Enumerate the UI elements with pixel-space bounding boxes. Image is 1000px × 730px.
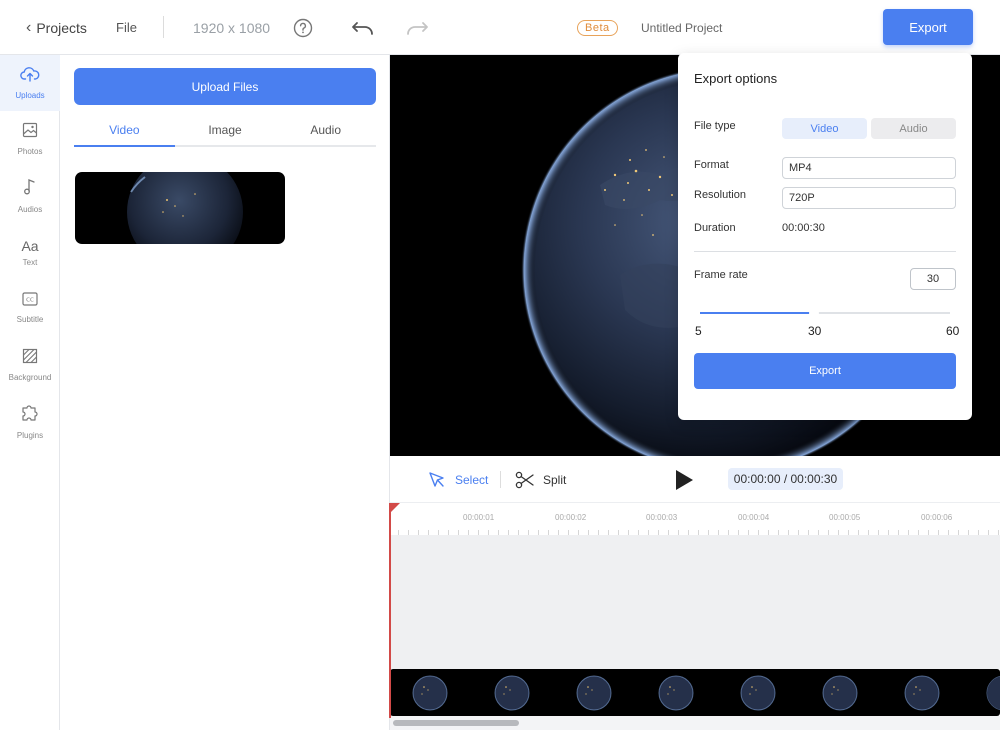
media-tabs: Video Image Audio bbox=[74, 117, 376, 147]
slider-max-label: 60 bbox=[946, 324, 960, 338]
filmstrip-frame bbox=[412, 675, 448, 711]
sidebar-item-background[interactable]: Background bbox=[0, 337, 60, 393]
sidebar-item-label: Photos bbox=[17, 147, 43, 156]
cursor-arrow-icon bbox=[429, 471, 444, 487]
projects-label: Projects bbox=[36, 19, 87, 36]
filmstrip-frame bbox=[658, 675, 694, 711]
sidebar-item-label: Audios bbox=[17, 205, 43, 214]
sidebar-item-label: Uploads bbox=[15, 91, 45, 100]
project-name[interactable]: Untitled Project bbox=[641, 0, 722, 55]
text-icon: Aa bbox=[21, 237, 39, 254]
ruler-tick-label: 00:00:04 bbox=[738, 513, 770, 522]
resolution-select[interactable]: 720P bbox=[782, 187, 956, 209]
popup-divider bbox=[694, 251, 956, 252]
play-button[interactable] bbox=[673, 456, 695, 503]
scissors-icon bbox=[515, 471, 534, 488]
video-clip-track[interactable] bbox=[390, 669, 1000, 716]
format-select[interactable]: MP4 bbox=[782, 157, 956, 179]
select-label: Select bbox=[455, 472, 489, 487]
timeline-scrollbar[interactable] bbox=[390, 716, 1000, 730]
scrollbar-thumb[interactable] bbox=[393, 720, 519, 726]
file-menu[interactable]: File bbox=[116, 0, 137, 55]
timeline-track-area[interactable] bbox=[390, 535, 1000, 669]
filmstrip-frame bbox=[576, 675, 612, 711]
playhead[interactable] bbox=[389, 503, 391, 718]
hatch-pattern-icon bbox=[22, 348, 38, 369]
format-label: Format bbox=[694, 159, 729, 171]
select-tool[interactable]: Select bbox=[428, 456, 488, 503]
controls-divider bbox=[500, 471, 501, 488]
beta-badge: Beta bbox=[577, 0, 618, 55]
popup-export-button[interactable]: Export bbox=[694, 353, 956, 389]
filmstrip-frame bbox=[987, 676, 1000, 710]
sidebar-item-photos[interactable]: Photos bbox=[0, 111, 60, 167]
top-bar: ‹ Projects File 1920 x 1080 Beta Untitle… bbox=[0, 0, 1000, 55]
resolution-label: Resolution bbox=[694, 189, 746, 201]
undo-icon[interactable] bbox=[351, 0, 375, 55]
filmstrip-frame bbox=[822, 675, 858, 711]
file-type-label: File type bbox=[694, 120, 736, 132]
ruler-tick-label: 00:00:05 bbox=[829, 513, 861, 522]
video-editor-app: ‹ Projects File 1920 x 1080 Beta Untitle… bbox=[0, 0, 1000, 730]
slider-fill bbox=[700, 312, 814, 314]
playhead-handle[interactable] bbox=[389, 503, 400, 514]
ruler-tick-label: 00:00:01 bbox=[463, 513, 495, 522]
duration-value: 00:00:30 bbox=[782, 222, 825, 234]
projects-link[interactable]: ‹ Projects bbox=[26, 0, 87, 55]
frame-rate-label: Frame rate bbox=[694, 269, 748, 281]
timeline-ruler[interactable]: 00:00:01 00:00:02 00:00:03 00:00:04 00:0… bbox=[390, 503, 1000, 535]
file-type-audio-option[interactable]: Audio bbox=[871, 118, 956, 139]
sidebar-item-label: Text bbox=[22, 257, 38, 267]
file-type-video-option[interactable]: Video bbox=[782, 118, 867, 139]
tab-audio[interactable]: Audio bbox=[275, 117, 376, 145]
image-icon bbox=[22, 122, 38, 143]
ruler-tick-label: 00:00:03 bbox=[646, 513, 678, 522]
filmstrip-frame bbox=[904, 675, 940, 711]
sidebar-item-plugins[interactable]: Plugins bbox=[0, 393, 60, 449]
split-tool[interactable]: Split bbox=[515, 456, 566, 503]
music-note-icon bbox=[22, 178, 38, 201]
video-thumbnail[interactable] bbox=[75, 172, 285, 244]
slider-handle[interactable] bbox=[808, 308, 819, 318]
redo-icon[interactable] bbox=[405, 0, 429, 55]
ruler-tick-label: 00:00:06 bbox=[921, 513, 953, 522]
cloud-upload-icon bbox=[20, 66, 40, 87]
play-icon bbox=[676, 469, 693, 490]
duration-label: Duration bbox=[694, 222, 736, 234]
svg-text:CC: CC bbox=[26, 298, 34, 304]
frame-rate-slider[interactable] bbox=[700, 308, 950, 318]
canvas-resolution[interactable]: 1920 x 1080 bbox=[193, 0, 270, 55]
topbar-divider bbox=[163, 16, 164, 38]
puzzle-icon bbox=[20, 402, 40, 427]
slider-mid-label: 30 bbox=[808, 324, 822, 338]
filmstrip-frame bbox=[740, 675, 776, 711]
export-button[interactable]: Export bbox=[883, 9, 973, 45]
frame-rate-input[interactable]: 30 bbox=[910, 268, 956, 290]
beta-badge-label: Beta bbox=[577, 19, 618, 36]
sidebar-item-label: Plugins bbox=[16, 431, 44, 440]
help-icon[interactable] bbox=[293, 0, 313, 55]
filmstrip-frame bbox=[494, 675, 530, 711]
sidebar-item-text[interactable]: Aa Text bbox=[0, 224, 60, 280]
playback-controls: Select Split 00:00:00 / 00:00:30 bbox=[390, 456, 1000, 503]
popup-title: Export options bbox=[694, 71, 778, 86]
tab-image[interactable]: Image bbox=[175, 117, 276, 145]
sidebar-item-label: Background bbox=[8, 373, 52, 382]
media-panel: Upload Files Video Image Audio bbox=[60, 55, 390, 730]
sidebar-item-subtitle[interactable]: CC Subtitle bbox=[0, 280, 60, 336]
sidebar-item-uploads[interactable]: Uploads bbox=[0, 55, 60, 111]
tab-video[interactable]: Video bbox=[74, 117, 175, 147]
closed-caption-icon: CC bbox=[22, 292, 38, 311]
sidebar: Uploads Photos Audios Aa Text CC Subtitl… bbox=[0, 55, 60, 730]
slider-min-label: 5 bbox=[695, 324, 702, 338]
sidebar-item-label: Subtitle bbox=[16, 315, 44, 324]
ruler-tick-label: 00:00:02 bbox=[555, 513, 587, 522]
chevron-left-icon: ‹ bbox=[26, 18, 32, 36]
export-options-popup: Export options File type Video Audio For… bbox=[678, 53, 972, 420]
upload-files-button[interactable]: Upload Files bbox=[74, 68, 376, 105]
timecode-display: 00:00:00 / 00:00:30 bbox=[728, 468, 843, 490]
split-label: Split bbox=[543, 472, 567, 487]
sidebar-item-audios[interactable]: Audios bbox=[0, 168, 60, 224]
